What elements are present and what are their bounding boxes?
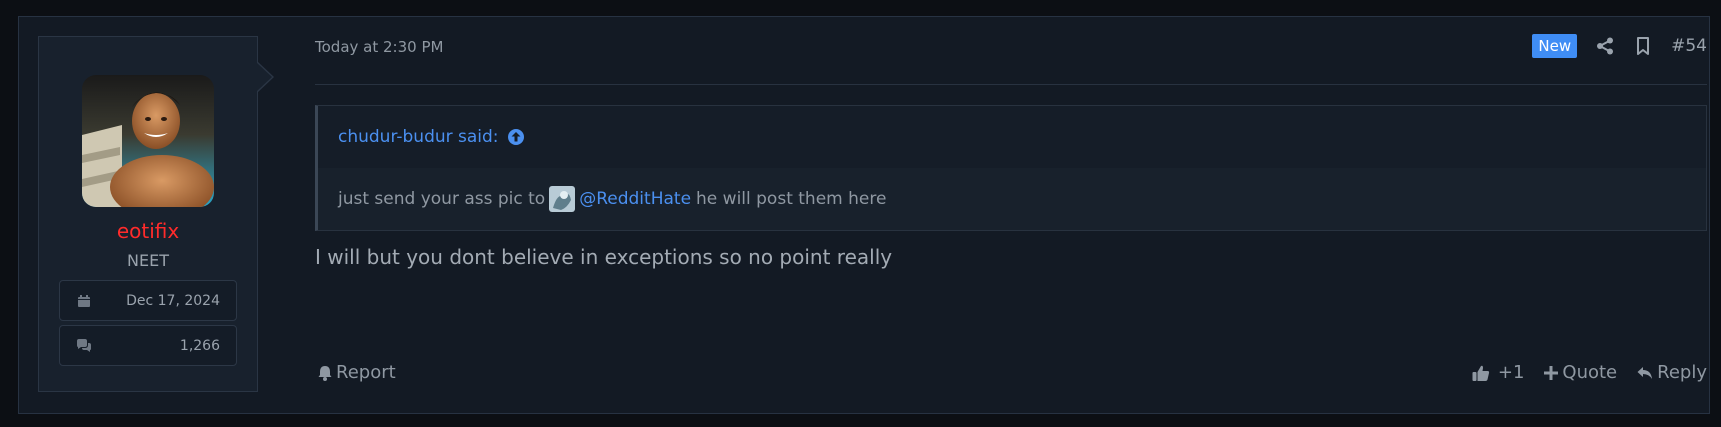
mention-avatar [549,186,576,212]
message-count: 1,266 [179,337,220,354]
quote-attribution[interactable]: chudur-budur said: [318,106,1706,168]
quote-text-before: just send your ass pic to [338,189,546,209]
comments-icon [76,338,92,354]
joined-date-stat: Dec 17, 2024 [59,280,237,321]
arrow-circle-up-icon[interactable] [507,128,525,146]
quote-button[interactable]: Quote [1544,362,1617,383]
bell-icon [318,365,332,381]
username[interactable]: eotifix [39,219,257,243]
bookmark-icon[interactable] [1633,36,1653,56]
user-info-panel: eotifix NEET Dec 17, 2024 1,266 [38,36,274,392]
reply-icon [1637,366,1653,380]
quote-label[interactable]: Quote [1562,362,1617,383]
plus-icon [1544,365,1559,380]
quote-content: just send your ass pic to @RedditHate he… [318,168,1706,230]
post-main: Today at 2:30 PM New #54 chudur-budur sa… [297,17,1707,415]
header-divider [315,84,1707,85]
post-number-link[interactable]: #54 [1671,36,1707,56]
post-timestamp[interactable]: Today at 2:30 PM [315,38,443,56]
report-label[interactable]: Report [336,362,396,383]
post-header-actions: New #54 [1532,34,1707,58]
post-message: I will but you dont believe in exception… [315,245,893,269]
avatar[interactable] [82,75,214,207]
joined-date: Dec 17, 2024 [126,292,220,309]
thumbs-up-icon [1472,364,1490,382]
post-container: eotifix NEET Dec 17, 2024 1,266 Today at… [18,16,1710,414]
quote-text-after: he will post them here [696,189,887,209]
like-count[interactable]: +1 [1498,362,1525,383]
reply-label[interactable]: Reply [1657,362,1707,383]
post-footer-actions: +1 Quote Reply [1452,362,1707,383]
reply-button[interactable]: Reply [1637,362,1707,383]
share-icon[interactable] [1595,36,1615,56]
user-mention-link[interactable]: @RedditHate [579,189,691,209]
quote-author[interactable]: chudur-budur said: [338,127,499,147]
message-count-stat: 1,266 [59,325,237,366]
user-title: NEET [127,251,169,270]
report-button[interactable]: Report [318,362,396,383]
quote-block: chudur-budur said: just send your ass pi… [315,105,1707,231]
new-badge: New [1532,34,1578,58]
like-button[interactable]: +1 [1472,362,1525,383]
user-panel-arrow [256,61,274,93]
calendar-icon [76,293,92,309]
